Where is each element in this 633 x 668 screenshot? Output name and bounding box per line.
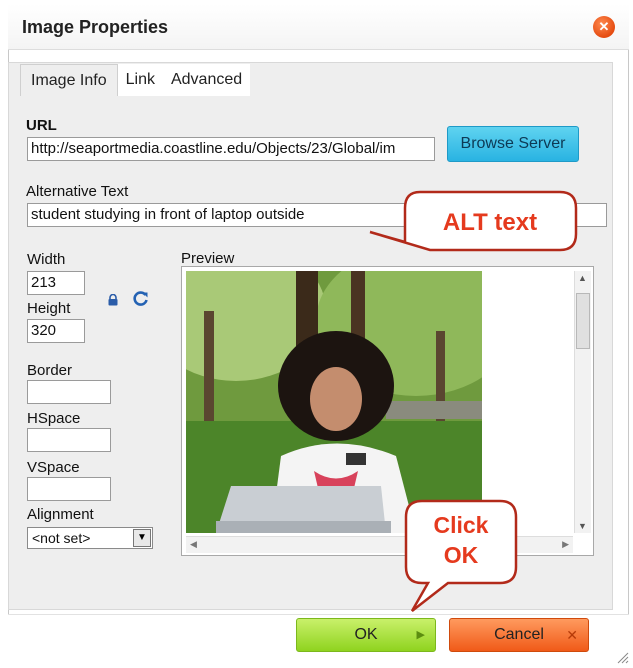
close-x-icon: ✕ xyxy=(566,627,578,643)
cancel-button-label: Cancel xyxy=(494,626,544,643)
scroll-right-icon[interactable]: ▶ xyxy=(562,539,569,550)
tab-bar: Image Info Link Advanced xyxy=(20,64,251,96)
alignment-label: Alignment xyxy=(27,506,94,523)
cancel-button[interactable]: Cancel ✕ xyxy=(449,618,589,652)
hspace-input[interactable] xyxy=(27,428,111,452)
chevron-down-icon[interactable]: ▼ xyxy=(133,529,151,547)
ok-button[interactable]: OK ▶ xyxy=(296,618,436,652)
alt-text-label: Alternative Text xyxy=(26,183,129,200)
height-label: Height xyxy=(27,300,71,317)
dialog-title: Image Properties xyxy=(22,17,169,37)
url-input[interactable]: http://seaportmedia.coastline.edu/Object… xyxy=(27,137,435,161)
preview-panel: ▲ ▼ ◀ ▶ xyxy=(181,266,594,556)
scroll-down-icon[interactable]: ▼ xyxy=(578,521,587,531)
height-input[interactable]: 320 xyxy=(27,319,85,343)
width-input[interactable]: 213 xyxy=(27,271,85,295)
scrollbar-thumb[interactable] xyxy=(576,293,590,349)
alignment-select[interactable]: <not set> ▼ xyxy=(27,527,153,549)
preview-vertical-scrollbar[interactable]: ▲ ▼ xyxy=(574,271,591,533)
border-label: Border xyxy=(27,362,73,379)
vspace-input[interactable] xyxy=(27,477,111,501)
preview-label: Preview xyxy=(181,250,235,267)
resize-grip-icon[interactable] xyxy=(615,650,629,664)
vspace-label: VSpace xyxy=(27,459,80,476)
width-label: Width xyxy=(27,251,66,268)
scroll-up-icon[interactable]: ▲ xyxy=(578,273,587,283)
reset-size-icon[interactable] xyxy=(132,290,150,308)
close-icon[interactable]: ✕ xyxy=(593,16,615,38)
hspace-label: HSpace xyxy=(27,410,81,427)
border-input[interactable] xyxy=(27,380,111,404)
preview-horizontal-scrollbar[interactable]: ◀ ▶ xyxy=(186,536,573,553)
alt-text-input[interactable]: student studying in front of laptop outs… xyxy=(27,203,607,227)
ok-button-label: OK xyxy=(354,626,378,643)
url-label: URL xyxy=(26,117,57,134)
dialog-titlebar[interactable]: Image Properties ✕ xyxy=(8,4,629,50)
chevron-right-icon: ▶ xyxy=(416,629,425,641)
tab-image-info[interactable]: Image Info xyxy=(20,64,118,96)
scroll-left-icon[interactable]: ◀ xyxy=(190,539,197,550)
preview-image xyxy=(186,271,482,533)
tab-link[interactable]: Link xyxy=(117,64,163,96)
alignment-selected-value: <not set> xyxy=(32,530,91,546)
lock-icon[interactable] xyxy=(107,294,119,306)
browse-server-button[interactable]: Browse Server xyxy=(447,126,579,162)
tab-advanced[interactable]: Advanced xyxy=(162,64,251,96)
